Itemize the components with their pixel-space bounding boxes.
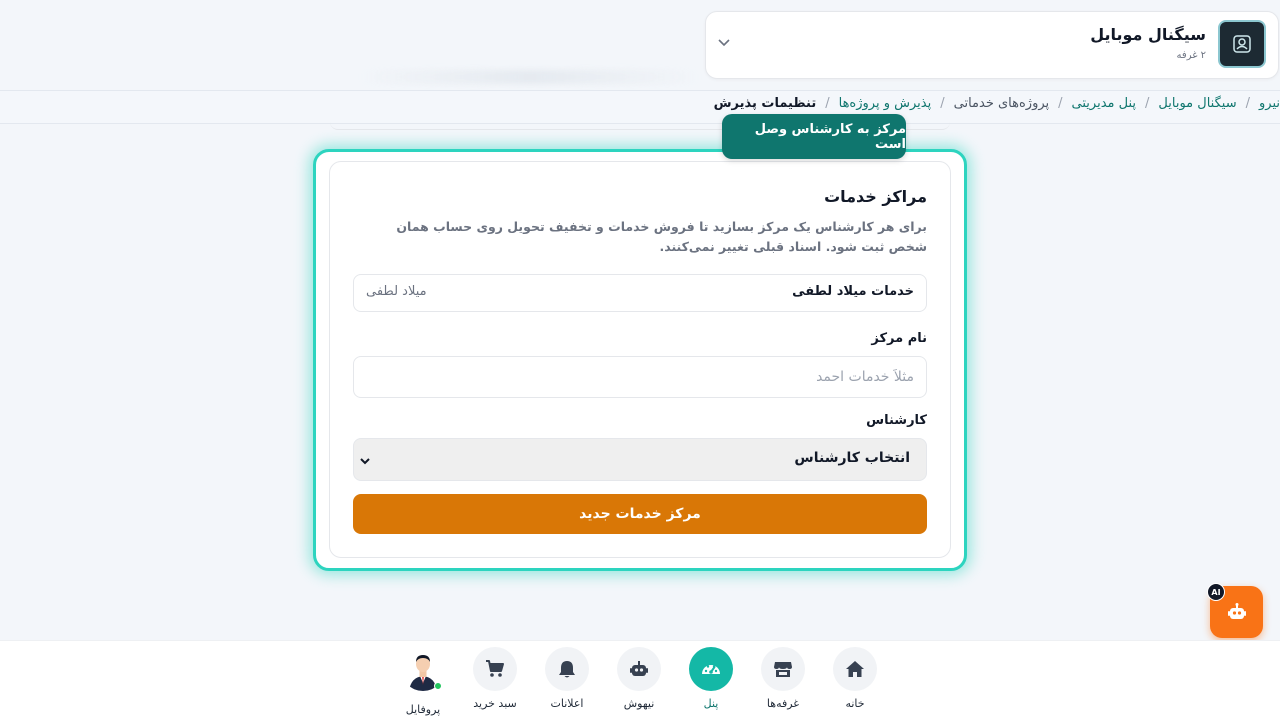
breadcrumb-item-reception-settings: تنظیمات پذیرش [713, 96, 817, 111]
breadcrumb-separator: / [940, 96, 945, 111]
nav-item-panel-circle [689, 647, 733, 691]
nav-item-booths[interactable]: غرفه‌ها [750, 647, 816, 717]
breadcrumb-item-reception-projects[interactable]: پذیرش و پروژه‌ها [839, 96, 932, 111]
nav-label: نیهوش [623, 697, 655, 710]
nav-item-profile[interactable]: پروفایل [390, 647, 456, 717]
breadcrumb-item-store[interactable]: سیگنال موبایل [1158, 96, 1236, 111]
robot-icon [630, 661, 648, 676]
card-description: برای هر کارشناس یک مرکز بسازید تا فروش خ… [396, 219, 927, 254]
store-icon [774, 662, 792, 677]
bell-icon [559, 661, 575, 678]
cart-icon [486, 660, 504, 677]
nav-label: اعلانات [550, 697, 584, 710]
store-booth-count: ۲ غرفه [1176, 50, 1206, 61]
ai-badge: AI [1207, 583, 1225, 601]
online-status-dot [434, 682, 442, 690]
nav-label: پنل [703, 697, 719, 710]
home-icon [846, 661, 864, 677]
nav-item-home-circle [833, 647, 877, 691]
success-toast: مرکز به کارشناس وصل است [722, 114, 906, 159]
store-name: سیگنال موبایل [1090, 25, 1206, 44]
center-name-label: نام مرکز [871, 331, 927, 346]
breadcrumb-separator: / [1245, 96, 1250, 111]
breadcrumb-bar: نیرو / سیگنال موبایل / پنل مدیریتی / پرو… [0, 90, 1280, 124]
breadcrumb-separator: / [1058, 96, 1063, 111]
breadcrumb-separator: / [1145, 96, 1150, 111]
nav-item-nihoosh-circle [617, 647, 661, 691]
service-center-item[interactable]: خدمات میلاد لطفی میلاد لطفی [353, 274, 927, 312]
bottom-navigation: خانه غرفه‌ها پنل [0, 640, 1280, 720]
nav-item-home[interactable]: خانه [822, 647, 888, 717]
chevron-down-icon[interactable] [717, 36, 731, 50]
nav-label: خانه [845, 697, 865, 710]
header-shadow [360, 70, 700, 84]
store-logo [1218, 20, 1266, 68]
breadcrumb-item-service-projects[interactable]: پروژه‌های خدماتی [954, 96, 1050, 111]
chevron-down-icon [358, 454, 372, 468]
nav-label: پروفایل [405, 703, 441, 716]
nav-label: غرفه‌ها [766, 697, 800, 710]
breadcrumb-item-niroo[interactable]: نیرو [1259, 96, 1280, 111]
store-switcher[interactable]: سیگنال موبایل ۲ غرفه [705, 11, 1279, 79]
expert-label: کارشناس [866, 413, 927, 428]
dashboard-icon [702, 665, 720, 674]
breadcrumb-item-admin-panel[interactable]: پنل مدیریتی [1072, 96, 1136, 111]
breadcrumb-separator: / [825, 96, 830, 111]
nav-item-notifications-circle [545, 647, 589, 691]
service-center-owner: میلاد لطفی [366, 284, 427, 299]
store-logo-icon [1233, 35, 1251, 53]
nav-item-booths-circle [761, 647, 805, 691]
breadcrumb: نیرو / سیگنال موبایل / پنل مدیریتی / پرو… [714, 96, 1280, 111]
center-name-input[interactable] [353, 356, 927, 398]
card-title: مراکز خدمات [824, 187, 927, 206]
nav-item-panel[interactable]: پنل [678, 647, 744, 717]
nav-item-cart[interactable]: سبد خرید [462, 647, 528, 717]
expert-select[interactable]: انتخاب کارشناس [353, 438, 927, 481]
nav-label: سبد خرید [473, 697, 517, 710]
nav-item-nihoosh[interactable]: نیهوش [606, 647, 672, 717]
expert-select-value: انتخاب کارشناس [794, 450, 910, 466]
robot-icon [1227, 603, 1246, 619]
service-center-name: خدمات میلاد لطفی [792, 284, 914, 299]
nav-item-cart-circle [473, 647, 517, 691]
nav-item-notifications[interactable]: اعلانات [534, 647, 600, 717]
new-service-center-button[interactable]: مرکز خدمات جدید [353, 494, 927, 534]
